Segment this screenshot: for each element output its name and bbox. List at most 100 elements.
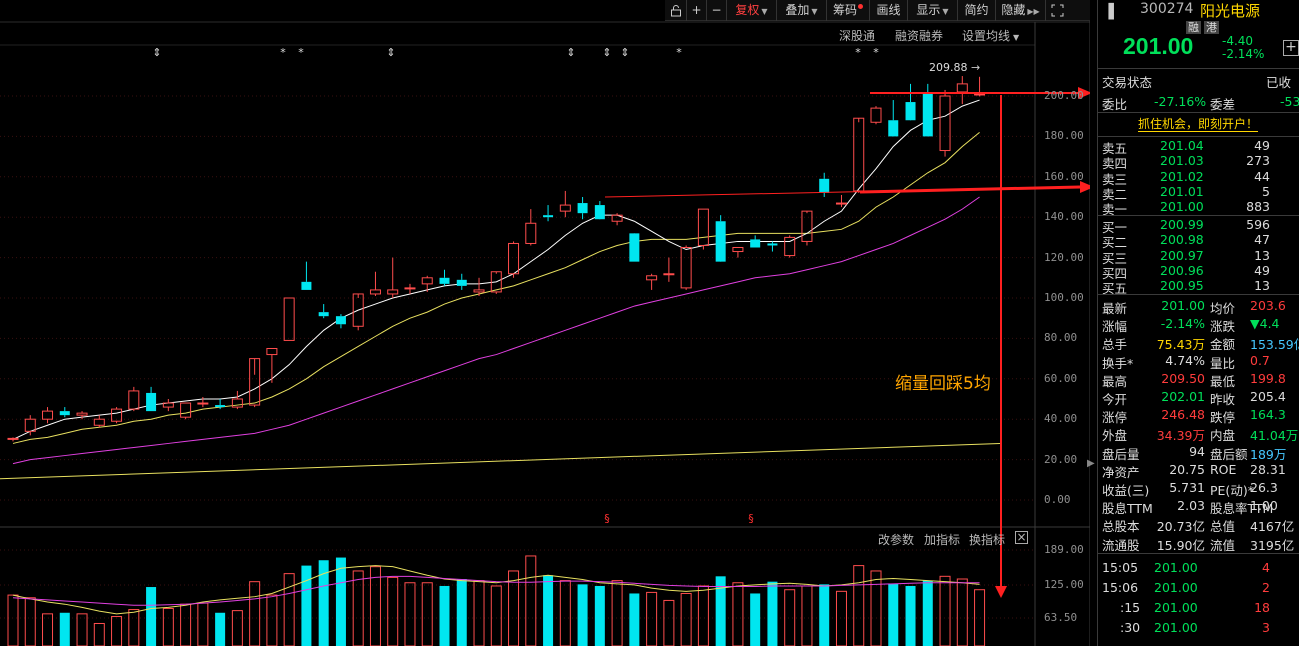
candle[interactable] xyxy=(335,314,346,329)
candle[interactable] xyxy=(594,201,605,220)
candle[interactable] xyxy=(646,273,658,290)
zoom-in-button[interactable]: + xyxy=(687,0,707,21)
volume-bar[interactable] xyxy=(318,560,329,646)
candle[interactable] xyxy=(835,194,847,208)
candle[interactable] xyxy=(180,402,192,420)
volume-bar[interactable] xyxy=(939,575,951,646)
event-marker[interactable]: ⇕ xyxy=(152,46,161,59)
volume-bar[interactable] xyxy=(697,585,709,646)
candle[interactable] xyxy=(301,261,312,290)
panel-toggle-icon[interactable]: ▶ xyxy=(1087,458,1095,469)
candle[interactable] xyxy=(853,117,865,193)
volume-bar[interactable] xyxy=(59,612,70,646)
candle[interactable] xyxy=(680,245,692,290)
candle[interactable] xyxy=(697,208,709,250)
open-account-link[interactable]: 抓住机会，即刻开户！ xyxy=(1138,117,1259,132)
volume-bar[interactable] xyxy=(111,616,123,646)
dividend-marker[interactable]: § xyxy=(748,512,754,525)
menu-icon[interactable]: ▐ xyxy=(1103,4,1114,20)
kline-chart[interactable]: ⇕ * * ⇕ ⇕ ⇕ ⇕ * * * § § xyxy=(0,0,1090,646)
volume-bar[interactable] xyxy=(146,587,157,646)
candle[interactable] xyxy=(801,210,813,246)
candle[interactable] xyxy=(956,76,968,105)
candle[interactable] xyxy=(439,269,450,286)
volume-bar[interactable] xyxy=(750,593,761,646)
add-indicator-button[interactable]: 加指标 xyxy=(924,531,960,548)
volume-bar[interactable] xyxy=(162,607,174,646)
volume-bar[interactable] xyxy=(283,573,295,646)
candle[interactable] xyxy=(197,396,209,408)
event-marker[interactable]: ⇕ xyxy=(602,46,611,59)
candle[interactable] xyxy=(231,390,243,410)
volume-bar[interactable] xyxy=(473,580,485,646)
candle[interactable] xyxy=(456,273,467,290)
display-button[interactable]: 显示 ▼ xyxy=(908,0,958,21)
expand-icon[interactable] xyxy=(1046,0,1068,21)
volume-bar[interactable] xyxy=(301,565,312,646)
candle[interactable] xyxy=(508,241,520,278)
volume-bar[interactable] xyxy=(128,609,140,646)
lock-icon[interactable] xyxy=(665,0,687,21)
event-marker[interactable]: ⇕ xyxy=(566,46,575,59)
overlay-button[interactable]: 叠加 ▼ xyxy=(777,0,827,21)
volume-bar[interactable] xyxy=(7,594,19,646)
volume-bar[interactable] xyxy=(577,584,588,646)
volume-bar[interactable] xyxy=(767,581,778,646)
candle[interactable] xyxy=(387,257,399,298)
candle[interactable] xyxy=(543,205,554,222)
volume-bar[interactable] xyxy=(835,590,847,646)
candle[interactable] xyxy=(905,83,916,121)
candle[interactable] xyxy=(111,407,123,424)
volume-bar[interactable] xyxy=(922,580,933,646)
volume-bar[interactable] xyxy=(611,580,623,646)
volume-bar[interactable] xyxy=(559,580,571,646)
hk-connect-link[interactable]: 深股通 xyxy=(839,27,875,44)
ask-row[interactable]: 卖一 201.00 883 xyxy=(1098,199,1299,217)
candle[interactable] xyxy=(629,233,640,262)
chips-button[interactable]: 筹码 xyxy=(827,0,870,21)
volume-bar[interactable] xyxy=(266,594,278,646)
volume-bar[interactable] xyxy=(352,570,364,646)
candle[interactable] xyxy=(128,386,140,412)
volume-bar[interactable] xyxy=(525,555,537,646)
volume-bar[interactable] xyxy=(732,582,744,646)
volume-bar[interactable] xyxy=(680,592,692,646)
zoom-out-button[interactable]: − xyxy=(707,0,727,21)
volume-bar[interactable] xyxy=(870,570,882,646)
volume-bar[interactable] xyxy=(663,599,675,646)
volume-bar[interactable] xyxy=(93,622,105,646)
volume-bar[interactable] xyxy=(819,584,830,646)
margin-trading-link[interactable]: 融资融券 xyxy=(895,27,943,44)
volume-bar[interactable] xyxy=(24,597,36,646)
candle[interactable] xyxy=(283,297,295,341)
candle[interactable] xyxy=(42,407,54,424)
volume-bar[interactable] xyxy=(853,565,865,646)
candle[interactable] xyxy=(922,83,933,137)
volume-bar[interactable] xyxy=(42,613,54,646)
volume-bar[interactable] xyxy=(369,566,381,646)
change-params-button[interactable]: 改参数 xyxy=(878,531,914,548)
volume-bar[interactable] xyxy=(543,575,554,646)
volume-bar[interactable] xyxy=(180,603,192,646)
volume-bar[interactable] xyxy=(956,578,968,646)
event-marker[interactable]: ⇕ xyxy=(620,46,629,59)
candle[interactable] xyxy=(663,257,675,282)
volume-bar[interactable] xyxy=(784,589,796,646)
volume-bar[interactable] xyxy=(905,585,916,646)
simple-button[interactable]: 简约 xyxy=(958,0,996,21)
candle[interactable] xyxy=(249,358,261,408)
volume-bar[interactable] xyxy=(249,581,261,646)
candle[interactable] xyxy=(784,235,796,258)
candle[interactable] xyxy=(559,190,571,218)
candle[interactable] xyxy=(525,209,537,246)
volume-bar[interactable] xyxy=(888,583,899,646)
dividend-marker[interactable]: § xyxy=(604,512,610,525)
event-marker[interactable]: * xyxy=(873,46,879,59)
candle[interactable] xyxy=(369,271,381,296)
volume-bar[interactable] xyxy=(335,557,346,646)
candle[interactable] xyxy=(750,235,761,248)
volume-bar[interactable] xyxy=(421,582,433,646)
volume-bar[interactable] xyxy=(490,585,502,646)
candle[interactable] xyxy=(732,247,744,258)
volume-bar[interactable] xyxy=(76,613,88,646)
